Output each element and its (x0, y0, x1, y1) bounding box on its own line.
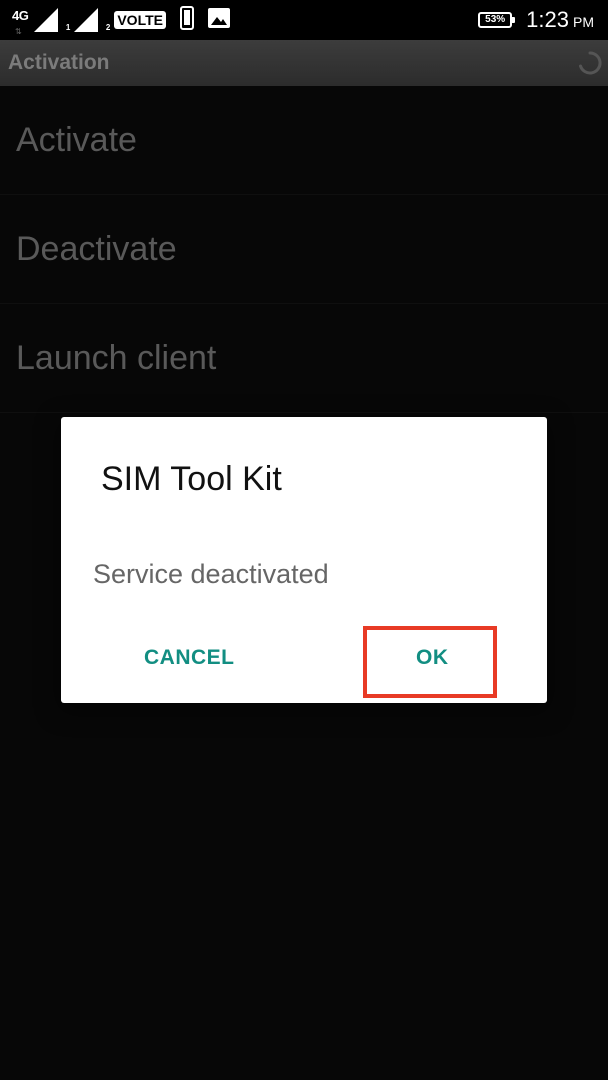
image-icon (207, 7, 230, 33)
network-activity-icon: ⇅ (15, 27, 22, 36)
clock-ampm: PM (573, 14, 594, 30)
network-type: 4G (12, 8, 29, 23)
status-bar: 4G ⇅ 1 2 VOLTE 53% 1:23 PM (0, 0, 608, 40)
status-bar-right: 53% 1:23 PM (478, 5, 594, 35)
ok-highlight-box (363, 626, 497, 698)
page-title: Activation (8, 51, 110, 74)
phone-icon (179, 5, 194, 35)
network-type-indicator: 4G ⇅ (12, 8, 29, 36)
action-bar: Activation (0, 40, 608, 86)
alert-dialog: SIM Tool Kit Service deactivated CANCEL … (61, 417, 547, 703)
battery-percent: 53% (485, 14, 506, 25)
battery-icon: 53% (478, 12, 516, 28)
status-bar-left: 4G ⇅ 1 2 VOLTE (12, 5, 230, 36)
dialog-message: Service deactivated (93, 559, 329, 589)
clock: 1:23 (526, 7, 569, 32)
sim1-label: 1 (65, 23, 71, 32)
sim2-label: 2 (105, 23, 111, 32)
sim2-signal-icon: 2 (74, 8, 110, 32)
dialog-title: SIM Tool Kit (101, 460, 282, 498)
cancel-button[interactable]: CANCEL (144, 643, 235, 673)
volte-badge: VOLTE (114, 11, 166, 29)
sim1-signal-icon: 1 (34, 8, 70, 32)
loading-spinner-icon (578, 51, 602, 75)
